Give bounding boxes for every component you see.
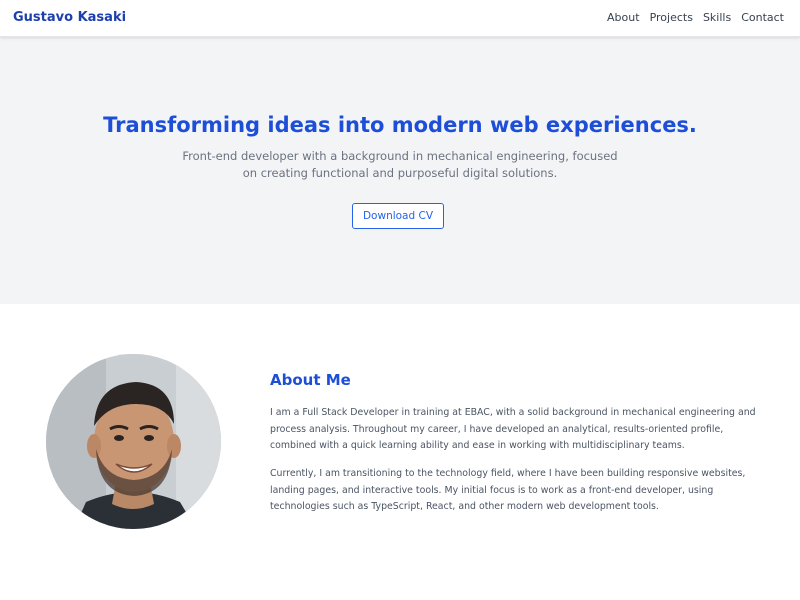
nav-link-projects[interactable]: Projects xyxy=(650,11,693,25)
profile-photo-illustration xyxy=(46,354,221,529)
brand-logo-text[interactable]: Gustavo Kasaki xyxy=(13,9,126,26)
hero-title: Transforming ideas into modern web exper… xyxy=(103,113,697,137)
about-title: About Me xyxy=(270,371,351,389)
main-nav: About Projects Skills Contact xyxy=(607,11,784,25)
nav-link-about[interactable]: About xyxy=(607,11,640,25)
about-paragraph-1: I am a Full Stack Developer in training … xyxy=(270,407,756,451)
profile-photo-avatar xyxy=(46,354,221,529)
hero-subtitle: Front-end developer with a background in… xyxy=(182,149,618,180)
site-header: Gustavo Kasaki About Projects Skills Con… xyxy=(0,0,800,37)
about-paragraph-2: Currently, I am transitioning to the tec… xyxy=(270,468,746,512)
about-section: About Me I am a Full Stack Developer in … xyxy=(0,304,800,600)
nav-link-skills[interactable]: Skills xyxy=(703,11,731,25)
nav-link-contact[interactable]: Contact xyxy=(741,11,784,25)
download-cv-button[interactable]: Download CV xyxy=(352,203,444,229)
hero-section: Transforming ideas into modern web exper… xyxy=(0,37,800,304)
